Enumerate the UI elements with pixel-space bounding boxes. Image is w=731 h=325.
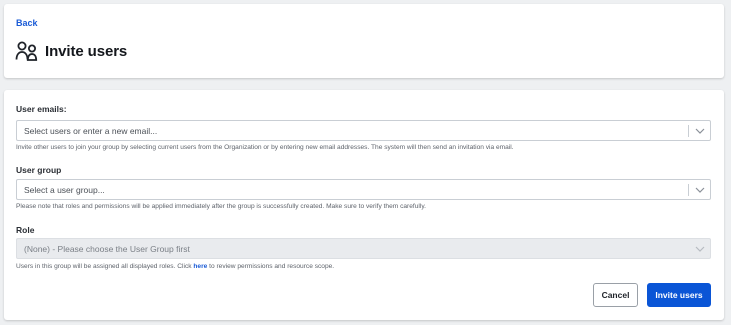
role-helper-text-end: to review permissions and resource scope… <box>207 263 335 270</box>
user-group-select[interactable]: Select a user group... <box>16 179 711 200</box>
chevron-down-icon[interactable] <box>689 180 710 199</box>
role-label: Role <box>16 225 35 235</box>
user-group-helper: Please note that roles and permissions w… <box>16 203 426 210</box>
user-emails-helper: Invite other users to join your group by… <box>16 144 514 151</box>
role-select: (None) - Please choose the User Group fi… <box>16 238 711 259</box>
user-emails-select[interactable]: Select users or enter a new email... <box>16 120 711 141</box>
user-group-label: User group <box>16 165 62 175</box>
page-title: Invite users <box>45 42 128 60</box>
cancel-button[interactable]: Cancel <box>593 283 638 307</box>
chevron-down-icon <box>689 239 710 258</box>
role-value: (None) - Please choose the User Group fi… <box>24 243 190 254</box>
users-icon <box>15 39 39 63</box>
page-title-row: Invite users <box>15 39 127 63</box>
user-emails-placeholder: Select users or enter a new email... <box>24 125 158 136</box>
invite-form-card: User emails: Select users or enter a new… <box>4 90 724 320</box>
header-card: Back Invite users <box>4 4 724 78</box>
back-link[interactable]: Back <box>16 18 38 28</box>
role-helper-text: Users in this group will be assigned all… <box>16 263 194 270</box>
user-group-placeholder: Select a user group... <box>24 184 105 195</box>
user-emails-label: User emails: <box>16 104 67 114</box>
chevron-down-icon[interactable] <box>689 121 710 140</box>
role-helper: Users in this group will be assigned all… <box>16 263 334 270</box>
invite-users-button[interactable]: Invite users <box>647 283 711 307</box>
review-permissions-link[interactable]: here <box>193 263 207 270</box>
